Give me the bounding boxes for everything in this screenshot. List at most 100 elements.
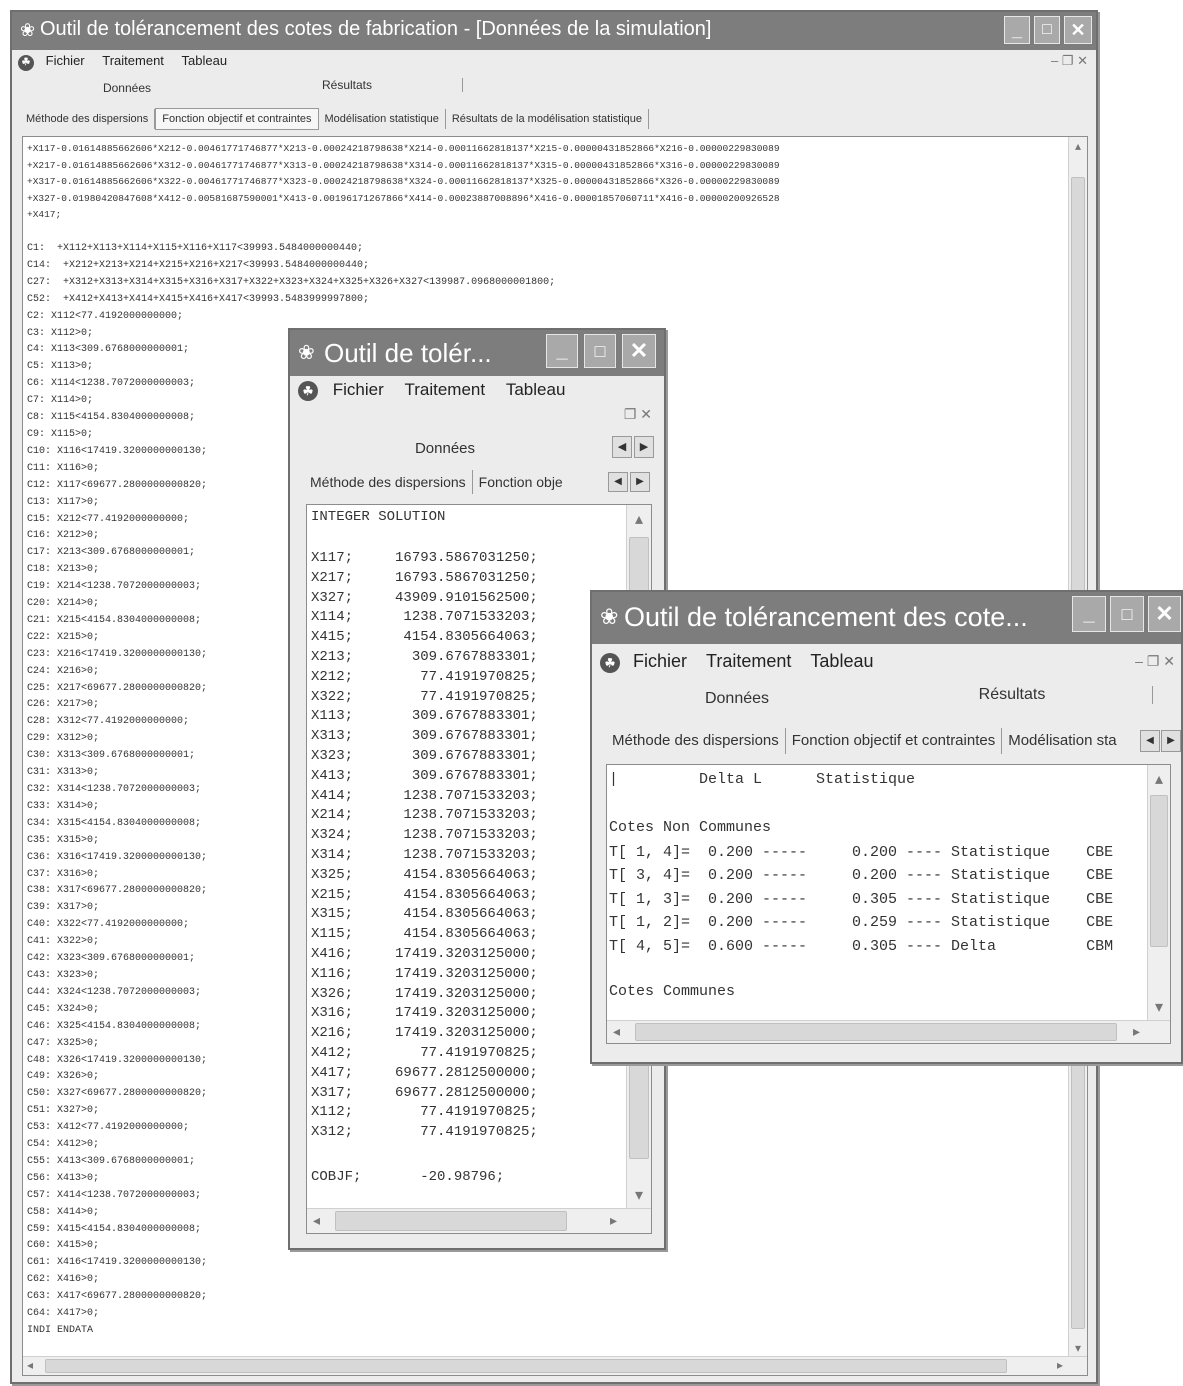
scroll-right-arrow-icon[interactable]: ▸	[610, 1212, 617, 1229]
objective-line: +X217-0.01614885662606*X312-0.0046177174…	[27, 159, 780, 171]
scroll-up-arrow-icon[interactable]: ▴	[1148, 769, 1170, 789]
minimize-button[interactable]: _	[1072, 596, 1106, 632]
subtab-methode-dispersions[interactable]: Méthode des dispersions	[606, 728, 786, 754]
tab-resultats[interactable]: Résultats	[872, 686, 1153, 704]
menu-fichier[interactable]: Fichier	[46, 50, 85, 72]
subtab-methode-dispersions[interactable]: Méthode des dispersions	[304, 470, 473, 494]
constraint-line: INDI ENDATA	[27, 1325, 94, 1336]
results-text-area[interactable]: | Delta L Statistique Cotes Non Communes…	[606, 764, 1171, 1044]
subtab-scroll-right-button[interactable]: ▶	[1161, 730, 1181, 752]
close-button[interactable]: ✕	[1148, 596, 1181, 632]
scroll-left-arrow-icon[interactable]: ◂	[313, 1212, 320, 1229]
subtab-scroll-left-button[interactable]: ◀	[608, 472, 628, 492]
solution-title-bar[interactable]: ❀ Outil de tolér... _ □ ✕	[290, 330, 664, 376]
menu-traitement[interactable]: Traitement	[404, 376, 485, 404]
solution-row: X322; 77.4191970825;	[311, 688, 538, 705]
scroll-up-arrow-icon[interactable]: ▴	[627, 509, 651, 529]
constraint-line: C1: +X112+X113+X114+X115+X116+X117<39993…	[27, 243, 364, 254]
constraint-line: C14: +X212+X213+X214+X215+X216+X217<3999…	[27, 259, 370, 271]
tab-scroll-right-button[interactable]: ▶	[634, 436, 654, 458]
close-button[interactable]: ✕	[1064, 16, 1092, 44]
mdi-controls[interactable]: – ❐ ✕	[1051, 50, 1088, 72]
scroll-left-arrow-icon[interactable]: ◂	[613, 1023, 620, 1040]
scroll-up-arrow-icon[interactable]: ▴	[1069, 139, 1087, 153]
main-horizontal-scroll-thumb[interactable]	[45, 1359, 1007, 1373]
constraint-line: C62: X416>0;	[27, 1274, 100, 1286]
solution-row: X412; 77.4191970825;	[311, 1044, 538, 1061]
close-button[interactable]: ✕	[622, 334, 656, 368]
menu-traitement[interactable]: Traitement	[102, 50, 164, 72]
subtab-modelisation-statistique[interactable]: Modélisation statistique	[319, 109, 446, 129]
solution-row: X326; 17419.3203125000;	[311, 985, 538, 1002]
objective-function-block: +X117-0.01614885662606*X212-0.0046177174…	[27, 141, 780, 224]
results-window: ❀ Outil de tolérancement des cote... _ □…	[590, 590, 1183, 1064]
minimize-button[interactable]: _	[1004, 16, 1030, 44]
solution-horizontal-scroll-thumb[interactable]	[335, 1211, 567, 1231]
results-subtab-row: Méthode des dispersions Fonction objectif…	[592, 728, 1181, 756]
tab-resultats[interactable]: Résultats	[232, 78, 463, 92]
results-tab-row: Données Résultats	[592, 682, 1181, 716]
app-menu-icon[interactable]: ☘	[600, 653, 620, 673]
maximize-button[interactable]: □	[1034, 16, 1060, 44]
app-menu-icon[interactable]: ☘	[298, 381, 318, 401]
minimize-button[interactable]: _	[546, 334, 578, 368]
tolerance-row: T[ 4, 5]= 0.600 ----- 0.305 ---- Delta C…	[609, 937, 1114, 955]
solution-row: X327; 43909.9101562500;	[311, 589, 538, 606]
mdi-controls[interactable]: ❐ ✕	[624, 406, 652, 423]
results-title-bar[interactable]: ❀ Outil de tolérancement des cote... _ □…	[592, 592, 1181, 644]
scroll-right-arrow-icon[interactable]: ▸	[1057, 1358, 1063, 1372]
tolerance-row: T[ 1, 3]= 0.200 ----- 0.305 ---- Statist…	[609, 890, 1114, 908]
results-vertical-scrollbar[interactable]: ▴ ▾	[1147, 765, 1170, 1021]
solution-row: X416; 17419.3203125000;	[311, 945, 538, 962]
maximize-button[interactable]: □	[1110, 596, 1144, 632]
scroll-left-arrow-icon[interactable]: ◂	[27, 1358, 33, 1372]
solution-row: X312; 77.4191970825;	[311, 1124, 538, 1141]
maximize-button[interactable]: □	[584, 334, 616, 368]
main-menu-bar: ☘ Fichier Traitement Tableau – ❐ ✕	[12, 50, 1096, 72]
solution-row: X315; 4154.8305664063;	[311, 906, 538, 923]
tab-donnees[interactable]: Données	[300, 440, 590, 457]
subtab-fonction-objectif[interactable]: Fonction objectif et contraintes	[786, 728, 1003, 754]
subtab-scroll-right-button[interactable]: ▶	[630, 472, 650, 492]
tab-scroll-left-button[interactable]: ◀	[612, 436, 632, 458]
solution-menu-bar: ☘ Fichier Traitement Tableau	[290, 376, 664, 404]
solution-horizontal-scrollbar[interactable]: ◂ ▸	[307, 1208, 651, 1233]
main-tab-row: Données Résultats	[12, 74, 1096, 102]
subtab-modelisation-statistique[interactable]: Modélisation sta	[1002, 728, 1122, 754]
solution-subtab-row: Méthode des dispersions Fonction obje ◀ ▶	[290, 470, 664, 496]
menu-fichier[interactable]: Fichier	[633, 646, 687, 676]
subtab-fonction-objectif[interactable]: Fonction objectif et contraintes	[155, 108, 319, 130]
menu-tableau[interactable]: Tableau	[182, 50, 228, 72]
solution-row: X214; 1238.7071533203;	[311, 807, 538, 824]
scroll-down-arrow-icon[interactable]: ▾	[1148, 997, 1170, 1017]
results-horizontal-scrollbar[interactable]: ◂ ▸	[607, 1020, 1170, 1043]
subtab-fonction-objectif[interactable]: Fonction obje	[473, 470, 569, 494]
solution-row: X115; 4154.8305664063;	[311, 926, 538, 943]
tolerance-row: T[ 1, 2]= 0.200 ----- 0.259 ---- Statist…	[609, 914, 1114, 932]
subtab-scroll-left-button[interactable]: ◀	[1140, 730, 1160, 752]
app-menu-icon[interactable]: ☘	[18, 55, 34, 71]
menu-tableau[interactable]: Tableau	[506, 376, 566, 404]
main-title-bar[interactable]: ❀ Outil de tolérancement des cotes de fa…	[12, 12, 1096, 50]
main-subtab-row: Méthode des dispersions Fonction objectif…	[12, 108, 1096, 130]
mdi-controls[interactable]: – ❐ ✕	[1135, 646, 1175, 676]
tab-donnees[interactable]: Données	[602, 690, 872, 708]
menu-tableau[interactable]: Tableau	[810, 646, 873, 676]
section-cotes-communes: Cotes Communes	[609, 983, 736, 1000]
solution-row: X116; 17419.3203125000;	[311, 965, 538, 982]
constraint-line: C27: +X312+X313+X314+X315+X316+X317+X322…	[27, 276, 556, 288]
subtab-methode-dispersions[interactable]: Méthode des dispersions	[20, 109, 156, 129]
scroll-down-arrow-icon[interactable]: ▾	[627, 1185, 651, 1205]
menu-traitement[interactable]: Traitement	[706, 646, 791, 676]
scroll-right-arrow-icon[interactable]: ▸	[1133, 1023, 1140, 1040]
subtab-resultats-modelisation[interactable]: Résultats de la modélisation statistique	[446, 109, 650, 129]
results-horizontal-scroll-thumb[interactable]	[635, 1023, 1117, 1041]
tab-donnees[interactable]: Données	[22, 81, 232, 95]
constraint-line: C52: +X412+X413+X414+X415+X416+X417<3999…	[27, 293, 370, 305]
solution-row: X317; 69677.2812500000;	[311, 1084, 538, 1101]
results-vertical-scroll-thumb[interactable]	[1150, 795, 1168, 947]
objective-value: COBJF; -20.98796;	[311, 1169, 505, 1185]
main-horizontal-scrollbar[interactable]: ◂ ▸	[23, 1356, 1087, 1375]
scroll-down-arrow-icon[interactable]: ▾	[1069, 1341, 1087, 1355]
menu-fichier[interactable]: Fichier	[333, 376, 384, 404]
